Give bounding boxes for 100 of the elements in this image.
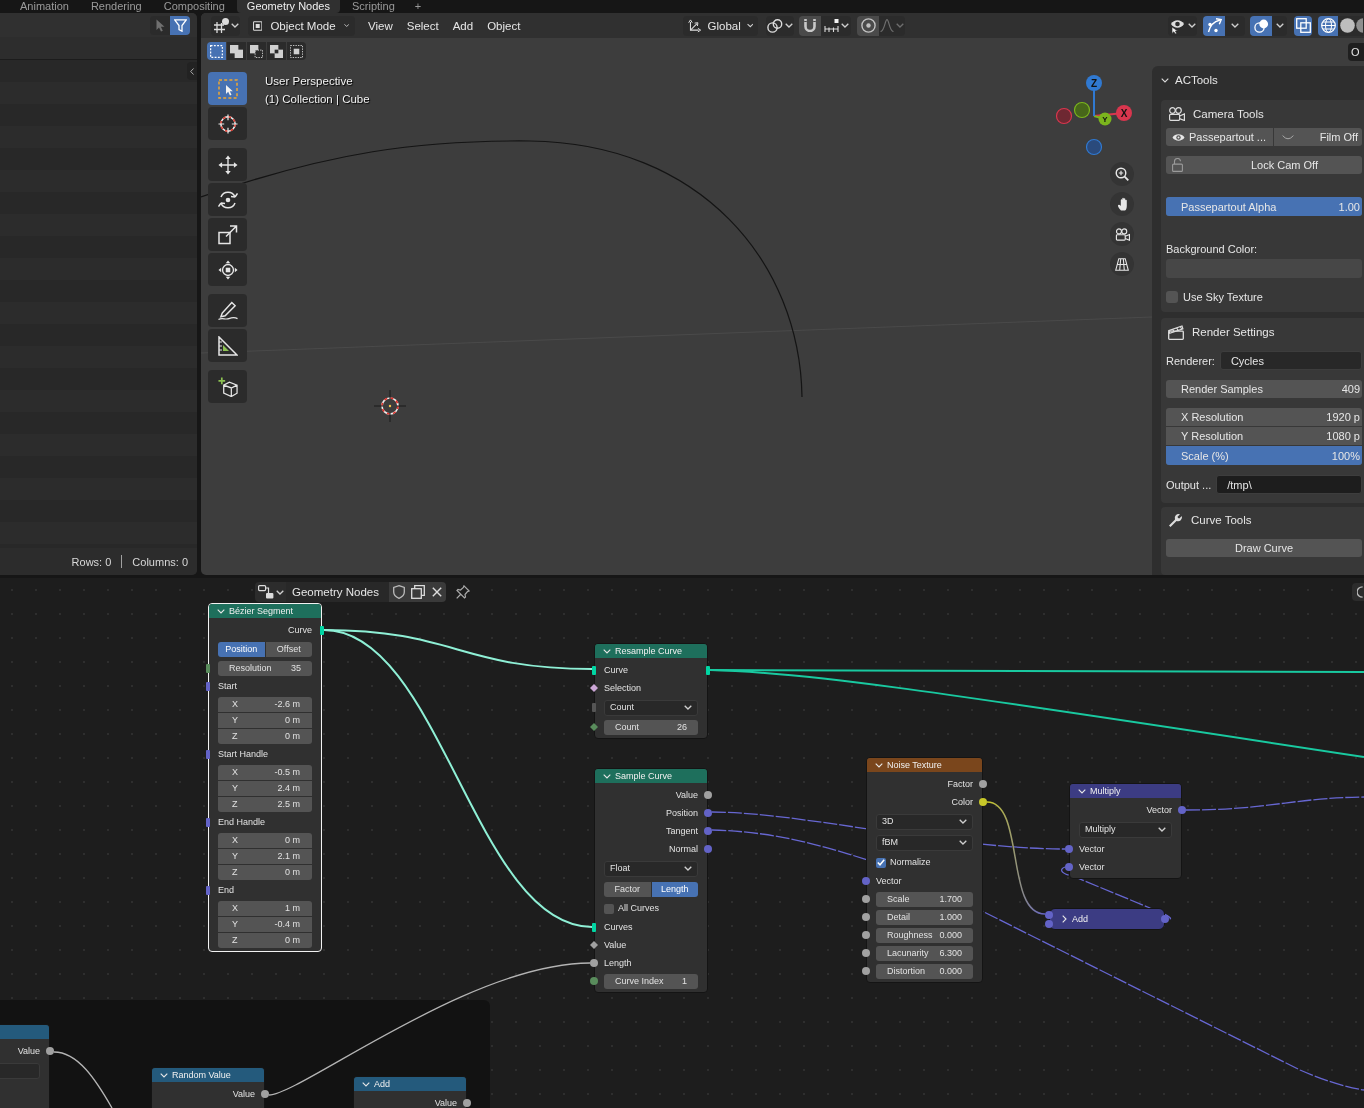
proportional-toggle[interactable] <box>857 15 880 36</box>
path-field[interactable]: /tmp\ <box>1216 475 1362 494</box>
header-button[interactable] <box>1352 583 1364 601</box>
dropdown-button[interactable] <box>1186 15 1197 36</box>
number-field[interactable]: X 1 m <box>218 900 312 916</box>
gizmo-axis-handle[interactable] <box>1085 138 1103 156</box>
visibility-toggle[interactable] <box>1168 15 1186 36</box>
workspace-tab[interactable]: Animation <box>10 0 79 13</box>
shading-button[interactable] <box>1318 15 1338 36</box>
number-field[interactable]: Distortion 0.000 <box>876 963 973 979</box>
number-field[interactable]: Scale 1.700 <box>876 891 973 907</box>
number-field[interactable]: Resolution 35 <box>218 660 312 676</box>
node-link[interactable] <box>709 669 1364 758</box>
number-field[interactable]: X -0.5 m <box>218 764 312 780</box>
renderer-dropdown[interactable]: Cycles <box>1219 351 1362 370</box>
socket-circle-icon[interactable] <box>862 967 870 975</box>
number-field[interactable]: X -2.6 m <box>218 696 312 712</box>
number-field[interactable]: Count 26 <box>604 719 698 735</box>
number-field[interactable]: Y Resolution 1080 p <box>1166 427 1362 445</box>
dropdown[interactable]: fBM <box>876 834 973 851</box>
duplicate-button[interactable] <box>408 582 427 602</box>
draw-curve-button[interactable]: Draw Curve <box>1166 539 1362 557</box>
toggle-button[interactable] <box>170 15 190 35</box>
socket-circle-icon[interactable] <box>979 798 987 806</box>
gizmo-toggle[interactable] <box>1203 15 1225 36</box>
menu-item[interactable]: Add <box>445 15 481 36</box>
number-field[interactable]: Z 0 m <box>218 932 312 948</box>
gizmo-axis-handle[interactable] <box>1073 101 1091 119</box>
fake-user-button[interactable] <box>389 582 408 602</box>
socket-circle-icon[interactable] <box>590 959 598 967</box>
menu-item[interactable]: Object <box>480 15 528 36</box>
gizmo-axis-handle[interactable]: Z <box>1086 75 1102 117</box>
snap-target-dropdown[interactable] <box>821 15 852 36</box>
menu-item[interactable]: View <box>361 15 400 36</box>
dropdown[interactable]: Float <box>604 860 698 877</box>
node-link[interactable] <box>53 1051 113 1108</box>
panel-header[interactable]: ACTools <box>1161 70 1364 90</box>
navigation-button[interactable] <box>1110 222 1134 246</box>
navigation-button[interactable] <box>1110 162 1134 186</box>
toggle-button[interactable] <box>150 15 170 35</box>
editor-type-button[interactable] <box>255 582 286 602</box>
tool-button[interactable] <box>208 148 247 181</box>
socket-bar-icon[interactable] <box>592 665 596 675</box>
lock-button[interactable]: Lock Cam Off <box>1166 156 1362 174</box>
socket-diamond-icon[interactable] <box>590 941 598 949</box>
socket-circle-icon[interactable] <box>46 1047 54 1055</box>
unlink-button[interactable] <box>427 582 446 602</box>
menu-item[interactable]: Select <box>399 15 446 36</box>
overlay-toggle[interactable] <box>1250 15 1272 36</box>
number-field[interactable]: Z 0 m <box>218 864 312 880</box>
tool-button[interactable] <box>208 218 247 251</box>
tool-button[interactable] <box>208 183 247 216</box>
socket-circle-icon[interactable] <box>261 1090 269 1098</box>
toggle-button[interactable]: Factor <box>604 881 651 897</box>
number-field[interactable]: Detail 1.000 <box>876 909 973 925</box>
socket-circle-icon[interactable] <box>704 791 712 799</box>
toggle-button[interactable]: Offset <box>265 641 312 657</box>
dropdown[interactable]: Count <box>604 699 698 716</box>
dropdown-button[interactable] <box>1272 15 1287 36</box>
number-field[interactable]: X Resolution 1920 p <box>1166 408 1362 426</box>
node-link[interactable] <box>1060 866 1172 920</box>
tool-button[interactable] <box>208 370 247 403</box>
number-field[interactable]: Z 0 m <box>218 728 312 744</box>
snap-toggle[interactable] <box>799 15 822 36</box>
checkbox[interactable] <box>876 857 886 868</box>
socket-circle-icon[interactable] <box>862 931 870 939</box>
socket-circle-icon[interactable] <box>862 913 870 921</box>
collapse-tab[interactable] <box>187 62 197 80</box>
number-field[interactable]: Roughness 0.000 <box>876 927 973 943</box>
tool-button[interactable] <box>208 253 247 286</box>
slider[interactable]: Passepartout Alpha 1.00 <box>1166 197 1362 216</box>
tool-button[interactable] <box>208 294 247 327</box>
navigation-button[interactable] <box>1110 252 1134 276</box>
selection-mode-button[interactable] <box>287 42 306 60</box>
node-card[interactable]: Bézier Segment Curve Position Offset Resolution 35 Start X -2.6 m Y 0 m Z 0 m Start Handle X -0.5 m Y 2.4 m Z 2.5 m End Handle X 0 m Y 2.1 m Z 0 m End X 1 m Y -0.4 m Z 0 m <box>208 603 322 952</box>
workspace-tab[interactable]: Geometry Nodes <box>236 0 340 13</box>
checkbox[interactable] <box>604 903 614 914</box>
toggle-button[interactable]: Position <box>218 641 265 657</box>
workspace-tab[interactable]: Compositing <box>153 0 235 13</box>
dropdown[interactable]: Multiply <box>1079 821 1172 838</box>
number-field[interactable]: Y 0 m <box>218 712 312 728</box>
xray-toggle[interactable] <box>1294 15 1312 36</box>
dropdown[interactable]: 3D <box>876 813 973 830</box>
socket-bar-icon[interactable] <box>320 625 324 635</box>
socket-bar-icon[interactable] <box>706 665 710 675</box>
checkbox[interactable] <box>1166 291 1178 303</box>
shading-button[interactable] <box>1338 15 1356 36</box>
tool-button[interactable] <box>208 329 247 362</box>
socket-bar-icon[interactable] <box>206 749 210 759</box>
selection-mode-button[interactable] <box>207 42 226 60</box>
number-field[interactable]: Y 2.4 m <box>218 780 312 796</box>
number-field[interactable]: Curve Index 1 <box>604 973 698 989</box>
pivot-dropdown[interactable] <box>766 15 795 36</box>
selection-mode-button[interactable] <box>227 42 246 60</box>
dropdown-button[interactable] <box>1225 15 1245 36</box>
selection-mode-button[interactable] <box>247 42 266 60</box>
socket-bar-icon[interactable] <box>206 817 210 827</box>
selection-mode-button[interactable] <box>267 42 286 60</box>
number-field[interactable]: Z 2.5 m <box>218 796 312 812</box>
node-link[interactable] <box>986 801 1046 915</box>
